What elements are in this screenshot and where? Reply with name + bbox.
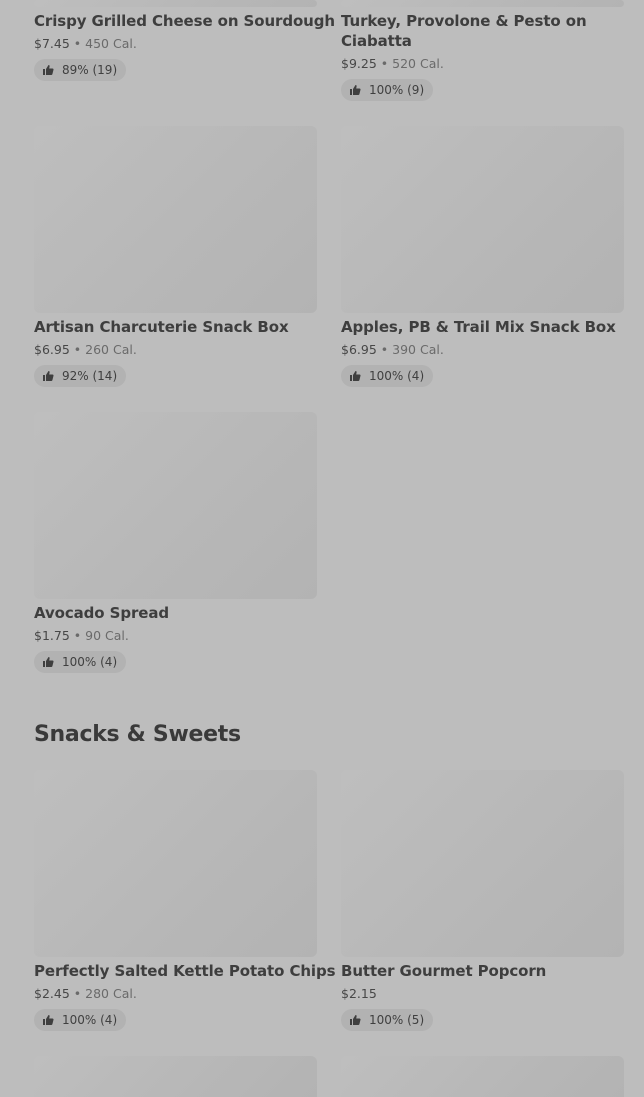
item-price: $9.25 xyxy=(341,56,377,71)
rating-text: 100% (5) xyxy=(369,1013,425,1027)
meta-separator: • xyxy=(73,986,82,1001)
thumbs-up-icon xyxy=(43,1015,54,1025)
item-title: Artisan Charcuterie Snack Box xyxy=(34,318,289,336)
rating-badge: 89% (19) xyxy=(34,59,127,81)
item-image xyxy=(341,770,624,957)
item-price: $2.15 xyxy=(341,986,377,1001)
item-price: $2.45 xyxy=(34,986,70,1001)
item-calories: 520 Cal. xyxy=(392,56,444,71)
item-image xyxy=(34,126,317,313)
item-price: $6.95 xyxy=(34,342,70,357)
menu-item-card[interactable]: Butter Gourmet Popcorn $2.15 100% (5) xyxy=(341,770,624,1034)
item-title: Turkey, Provolone & Pesto on Ciabatta xyxy=(341,12,587,50)
item-title: Avocado Spread xyxy=(34,604,170,622)
item-meta: $9.25 • 520 Cal. xyxy=(341,56,444,72)
item-image xyxy=(341,126,624,313)
rating-badge: 100% (5) xyxy=(341,1009,434,1031)
rating-badge: 100% (4) xyxy=(341,365,434,387)
rating-text: 100% (4) xyxy=(62,1013,118,1027)
item-price: $7.45 xyxy=(34,36,70,51)
item-calories: 90 Cal. xyxy=(85,628,129,643)
item-image xyxy=(34,770,317,957)
item-title: Perfectly Salted Kettle Potato Chips xyxy=(34,962,336,980)
menu-item-card[interactable]: Artisan Charcuterie Snack Box $6.95 • 26… xyxy=(34,126,317,390)
item-image xyxy=(34,412,317,599)
item-meta: $6.95 • 260 Cal. xyxy=(34,342,137,358)
thumbs-up-icon xyxy=(43,371,54,381)
item-calories: 280 Cal. xyxy=(85,986,137,1001)
item-image[interactable] xyxy=(34,1056,317,1097)
rating-text: 92% (14) xyxy=(62,369,118,383)
rating-text: 100% (4) xyxy=(369,369,425,383)
rating-text: 100% (9) xyxy=(369,83,425,97)
menu-item-card[interactable]: Turkey, Provolone & Pesto on Ciabatta $9… xyxy=(341,0,624,110)
thumbs-up-icon xyxy=(350,371,361,381)
item-price: $6.95 xyxy=(341,342,377,357)
thumbs-up-icon xyxy=(43,65,54,75)
item-image[interactable] xyxy=(341,1056,624,1097)
item-title: Crispy Grilled Cheese on Sourdough xyxy=(34,12,335,30)
meta-separator: • xyxy=(73,628,82,643)
rating-badge: 100% (4) xyxy=(34,651,127,673)
meta-separator: • xyxy=(73,342,82,357)
item-title: Apples, PB & Trail Mix Snack Box xyxy=(341,318,616,336)
rating-badge: 100% (9) xyxy=(341,79,434,101)
item-calories: 260 Cal. xyxy=(85,342,137,357)
meta-separator: • xyxy=(73,36,82,51)
item-meta: $7.45 • 450 Cal. xyxy=(34,36,137,52)
menu-item-card[interactable]: Apples, PB & Trail Mix Snack Box $6.95 •… xyxy=(341,126,624,390)
thumbs-up-icon xyxy=(350,1015,361,1025)
thumbs-up-icon xyxy=(43,657,54,667)
meta-separator: • xyxy=(380,342,389,357)
meta-separator: • xyxy=(380,56,389,71)
item-meta: $2.45 • 280 Cal. xyxy=(34,986,137,1002)
rating-text: 100% (4) xyxy=(62,655,118,669)
item-meta: $1.75 • 90 Cal. xyxy=(34,628,129,644)
item-title: Butter Gourmet Popcorn xyxy=(341,962,547,980)
item-calories: 390 Cal. xyxy=(392,342,444,357)
item-calories: 450 Cal. xyxy=(85,36,137,51)
menu-item-card[interactable]: Perfectly Salted Kettle Potato Chips $2.… xyxy=(34,770,336,1034)
item-price: $1.75 xyxy=(34,628,70,643)
rating-badge: 100% (4) xyxy=(34,1009,127,1031)
item-meta: $2.15 xyxy=(341,986,377,1002)
item-meta: $6.95 • 390 Cal. xyxy=(341,342,444,358)
section-title: Snacks & Sweets xyxy=(34,722,241,747)
menu-item-card[interactable]: Avocado Spread $1.75 • 90 Cal. 100% (4) xyxy=(34,412,317,676)
rating-text: 89% (19) xyxy=(62,63,118,77)
menu-item-card[interactable]: Crispy Grilled Cheese on Sourdough $7.45… xyxy=(34,0,335,90)
rating-badge: 92% (14) xyxy=(34,365,127,387)
thumbs-up-icon xyxy=(350,85,361,95)
